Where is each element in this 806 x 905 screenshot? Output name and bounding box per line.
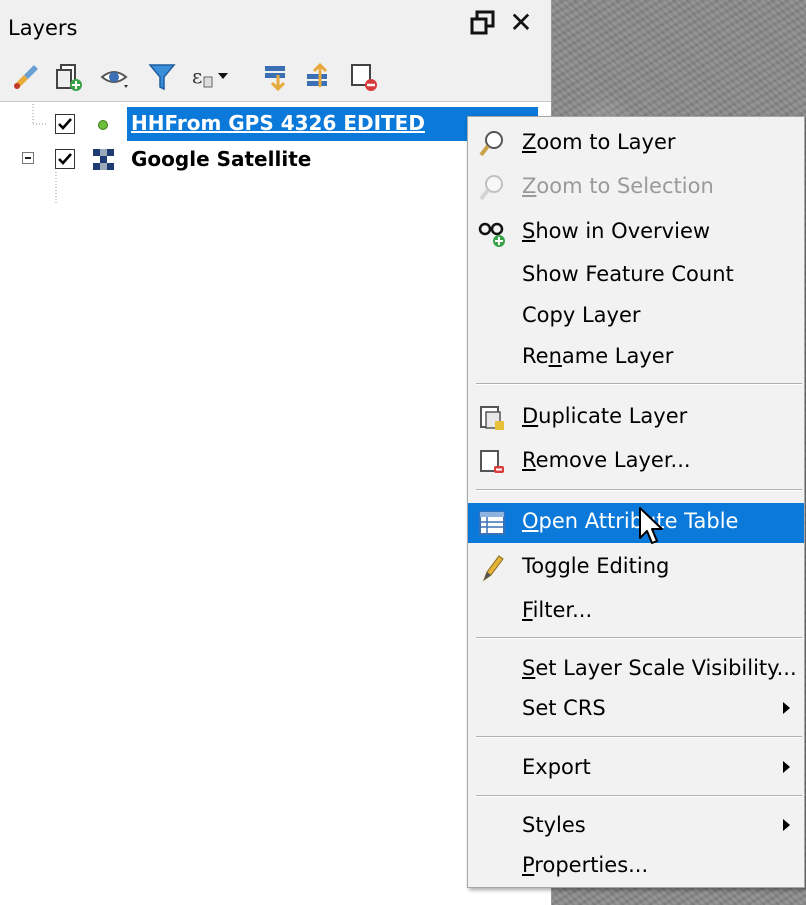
visibility-icon[interactable] <box>100 61 132 93</box>
menu-separator <box>476 383 802 385</box>
menu-item-label: Show Feature Count <box>522 262 734 286</box>
zoom-to-layer-icon <box>478 130 506 158</box>
menu-item-label: Toggle Editing <box>522 554 670 578</box>
remove-layer-icon <box>478 448 506 476</box>
collapse-all-icon[interactable] <box>304 61 336 93</box>
submenu-arrow-icon <box>783 761 790 773</box>
svg-text:ε: ε <box>192 64 202 88</box>
menu-open-attribute-table[interactable]: Open Attribute Table <box>468 503 804 543</box>
menu-separator <box>476 489 802 491</box>
duplicate-layer-icon <box>478 404 506 432</box>
menu-item-label: Filter... <box>522 598 593 622</box>
menu-show-feature-count[interactable]: Show Feature Count <box>468 256 804 296</box>
expand-all-icon[interactable] <box>262 61 294 93</box>
add-group-icon[interactable] <box>52 61 84 93</box>
layer-row-google-satellite[interactable]: Google Satellite <box>0 143 540 177</box>
submenu-arrow-icon <box>783 819 790 831</box>
menu-remove-layer[interactable]: Remove Layer... <box>468 442 804 482</box>
menu-item-label: Copy Layer <box>522 303 641 327</box>
style-manager-icon[interactable] <box>10 61 42 93</box>
menu-item-label: Open Attribute Table <box>522 509 739 533</box>
float-panel-icon[interactable] <box>470 10 496 36</box>
filter-legend-icon[interactable] <box>146 61 178 93</box>
filter-expression-icon[interactable]: ε <box>190 61 228 93</box>
panel-title: Layers <box>8 16 78 40</box>
layer-row-hhfrom[interactable]: HHFrom GPS 4326 EDITED <box>0 107 540 141</box>
menu-properties[interactable]: Properties... <box>468 847 804 887</box>
menu-filter[interactable]: Filter... <box>468 592 804 632</box>
menu-item-label: Show in Overview <box>522 219 711 243</box>
submenu-arrow-icon <box>783 702 790 714</box>
layer-name: HHFrom GPS 4326 EDITED <box>131 111 425 135</box>
menu-item-label: Set CRS <box>522 696 606 720</box>
toggle-editing-icon <box>478 554 506 582</box>
menu-show-in-overview[interactable]: Show in Overview <box>468 213 804 253</box>
menu-item-label: Duplicate Layer <box>522 404 688 428</box>
menu-item-label: Rename Layer <box>522 344 674 368</box>
layer-visibility-checkbox[interactable] <box>55 149 75 169</box>
menu-item-label: Zoom to Layer <box>522 130 676 154</box>
menu-set-crs[interactable]: Set CRS <box>468 690 804 730</box>
menu-item-label: Properties... <box>522 853 649 877</box>
zoom-to-selection-icon <box>478 174 506 202</box>
menu-item-label: Remove Layer... <box>522 448 691 472</box>
menu-styles[interactable]: Styles <box>468 807 804 847</box>
panel-header: Layers ✕ <box>0 0 551 55</box>
menu-copy-layer[interactable]: Copy Layer <box>468 297 804 337</box>
menu-item-label: Set Layer Scale Visibility... <box>522 656 797 680</box>
mouse-cursor-icon <box>639 507 663 544</box>
menu-item-label: Export <box>522 755 591 779</box>
menu-item-label: Styles <box>522 813 586 837</box>
layer-name: Google Satellite <box>131 147 312 171</box>
layer-visibility-checkbox[interactable] <box>55 114 75 134</box>
menu-separator <box>476 637 802 639</box>
collapse-toggle-icon[interactable] <box>22 152 34 164</box>
attribute-table-icon <box>478 509 506 537</box>
point-symbol-icon <box>98 120 108 130</box>
menu-separator <box>476 795 802 797</box>
raster-layer-icon <box>93 149 115 175</box>
menu-export[interactable]: Export <box>468 749 804 789</box>
show-in-overview-icon <box>478 219 506 247</box>
menu-item-label: Zoom to Selection <box>522 174 714 198</box>
menu-zoom-to-selection[interactable]: Zoom to Selection <box>468 168 804 208</box>
remove-layer-icon[interactable] <box>348 61 380 93</box>
menu-rename-layer[interactable]: Rename Layer <box>468 338 804 378</box>
layers-toolbar: ε <box>0 55 551 102</box>
menu-toggle-editing[interactable]: Toggle Editing <box>468 548 804 588</box>
layer-context-menu: Zoom to Layer Zoom to Selection Show in … <box>467 116 805 888</box>
menu-separator <box>476 736 802 738</box>
close-panel-icon[interactable]: ✕ <box>506 8 536 38</box>
menu-duplicate-layer[interactable]: Duplicate Layer <box>468 398 804 438</box>
menu-zoom-to-layer[interactable]: Zoom to Layer <box>468 124 804 164</box>
menu-set-layer-scale-visibility[interactable]: Set Layer Scale Visibility... <box>468 650 804 690</box>
